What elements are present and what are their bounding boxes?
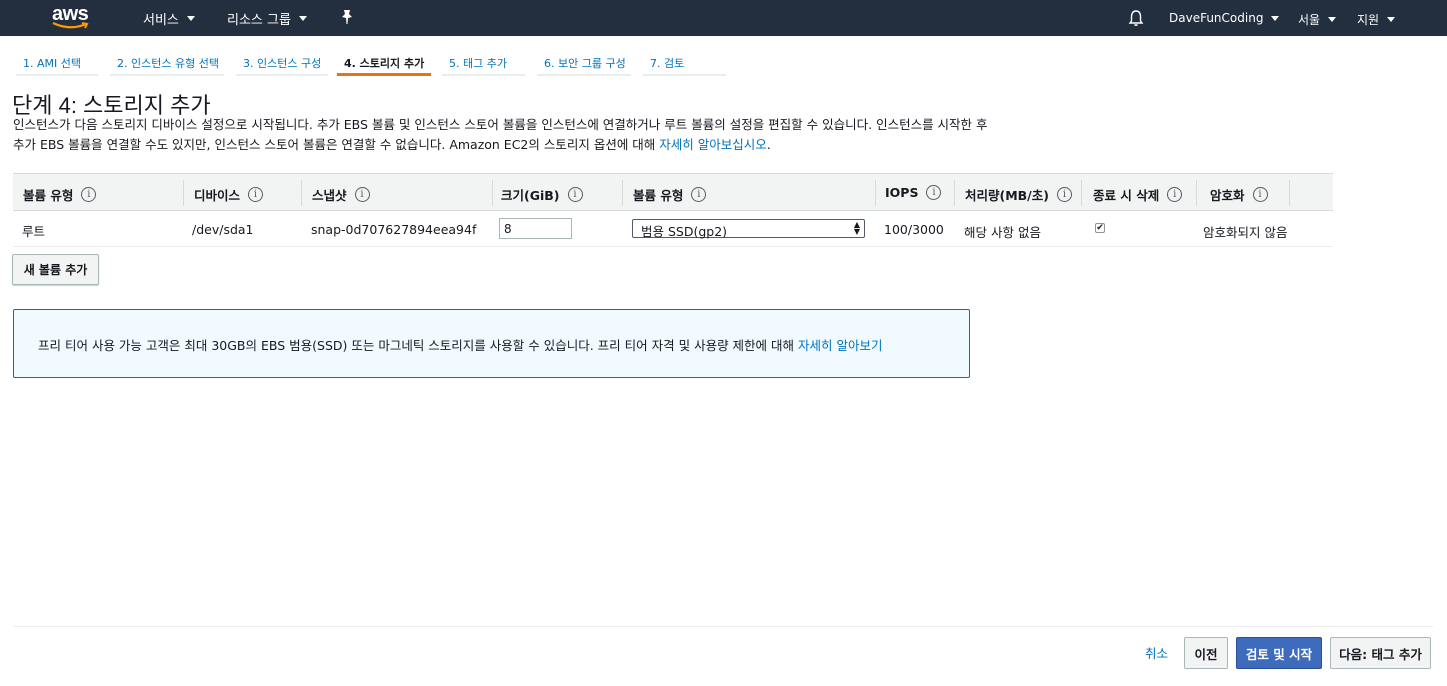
- size-input[interactable]: [499, 218, 572, 239]
- delete-on-termination-checkbox[interactable]: ✔: [1095, 223, 1105, 233]
- header-label: 디바이스: [194, 188, 241, 203]
- tab-label: 4. 스토리지 추가: [344, 57, 425, 70]
- bell-icon[interactable]: [1128, 9, 1144, 27]
- description-end: .: [766, 137, 771, 152]
- services-menu[interactable]: 서비스: [143, 9, 195, 28]
- info-icon[interactable]: i: [248, 187, 264, 202]
- aws-smile-icon: [52, 22, 89, 29]
- chevron-down-icon: [186, 16, 195, 21]
- cancel-button[interactable]: 취소: [1145, 643, 1168, 662]
- cell-throughput: 해당 사항 없음: [964, 225, 1041, 240]
- tab-label: 5. 태그 추가: [449, 57, 507, 70]
- column-divider: [492, 180, 493, 206]
- pin-icon[interactable]: [340, 9, 354, 25]
- cell-device: /dev/sda1: [192, 222, 254, 237]
- column-divider: [875, 180, 876, 206]
- region-menu[interactable]: 서울: [1298, 11, 1337, 28]
- support-label: 지원: [1357, 13, 1380, 27]
- footer-divider: [13, 626, 1433, 627]
- column-divider: [622, 180, 623, 206]
- support-menu[interactable]: 지원: [1357, 11, 1396, 28]
- tab-add-tags[interactable]: 5. 태그 추가: [442, 55, 525, 76]
- cell-snapshot: snap-0d707627894eea94f: [311, 222, 477, 237]
- storage-table-header: 볼륨 유형 i 디바이스 i 스냅샷 i 크기(GiB) i 볼륨 유형 i IOPS i …: [13, 173, 1333, 211]
- tab-label: 1. AMI 선택: [23, 57, 81, 70]
- header-label: 볼륨 유형: [633, 188, 684, 203]
- free-tier-notice: 프리 티어 사용 가능 고객은 최대 30GB의 EBS 범용(SSD) 또는 …: [13, 309, 970, 378]
- table-row: 루트 /dev/sda1 snap-0d707627894eea94f 범용 S…: [13, 212, 1333, 247]
- account-menu[interactable]: DaveFunCoding: [1169, 11, 1280, 25]
- header-delete-on-termination: 종료 시 삭제 i: [1093, 185, 1183, 204]
- column-divider: [301, 180, 302, 206]
- header-size: 크기(GiB) i: [501, 185, 583, 204]
- next-add-tags-button[interactable]: 다음: 태그 추가: [1330, 637, 1431, 669]
- cell-iops: 100/3000: [884, 222, 944, 237]
- header-label: 처리량(MB/초): [965, 188, 1049, 203]
- info-icon[interactable]: i: [354, 187, 370, 202]
- info-icon[interactable]: i: [926, 185, 942, 200]
- column-divider: [954, 180, 955, 206]
- header-device: 디바이스 i: [194, 185, 264, 204]
- notice-body: 프리 티어 사용 가능 고객은 최대 30GB의 EBS 범용(SSD) 또는 …: [38, 338, 795, 353]
- aws-logo[interactable]: aws: [52, 3, 92, 31]
- tab-label: 6. 보안 그룹 구성: [544, 57, 626, 70]
- tab-ami[interactable]: 1. AMI 선택: [16, 55, 98, 76]
- header-volume-kind: 볼륨 유형 i: [633, 185, 707, 204]
- notice-text: 프리 티어 사용 가능 고객은 최대 30GB의 EBS 범용(SSD) 또는 …: [38, 335, 883, 354]
- region-name: 서울: [1298, 13, 1321, 27]
- header-label: 볼륨 유형: [23, 188, 74, 203]
- tab-add-storage[interactable]: 4. 스토리지 추가: [337, 55, 431, 76]
- cell-volume-type: 루트: [22, 224, 46, 239]
- select-arrows-icon: ▲ ▼: [853, 220, 860, 236]
- learn-more-link[interactable]: 자세히 알아보십시오: [659, 137, 766, 152]
- page-description: 인스턴스가 다음 스토리지 디바이스 설정으로 시작됩니다. 추가 EBS 볼륨…: [13, 115, 993, 155]
- tab-label: 3. 인스턴스 구성: [243, 57, 322, 70]
- header-label: 스냅샷: [312, 188, 347, 203]
- column-divider: [1196, 180, 1197, 206]
- tab-label: 7. 검토: [650, 57, 685, 70]
- tab-instance-type[interactable]: 2. 인스턴스 유형 선택: [110, 55, 224, 76]
- previous-button[interactable]: 이전: [1184, 637, 1228, 669]
- volume-type-select[interactable]: 범용 SSD(gp2) ▲ ▼: [632, 219, 865, 239]
- info-icon[interactable]: i: [691, 187, 707, 202]
- column-divider: [183, 180, 184, 206]
- resource-groups-label: 리소스 그룹: [227, 13, 291, 28]
- volume-type-selected: 범용 SSD(gp2): [641, 224, 728, 239]
- chevron-down-icon: [1387, 17, 1396, 22]
- review-and-launch-button[interactable]: 검토 및 시작: [1236, 637, 1322, 669]
- tab-label: 2. 인스턴스 유형 선택: [117, 57, 219, 70]
- resource-groups-menu[interactable]: 리소스 그룹: [227, 9, 307, 28]
- account-name: DaveFunCoding: [1169, 11, 1264, 25]
- header-iops: IOPS i: [885, 185, 942, 200]
- chevron-down-icon: [1328, 17, 1337, 22]
- header-throughput: 처리량(MB/초) i: [965, 185, 1072, 204]
- notice-learn-more-link[interactable]: 자세히 알아보기: [798, 338, 882, 353]
- top-nav-bar: aws 서비스 리소스 그룹 DaveFunCoding 서울 지원: [0, 0, 1447, 36]
- tab-review[interactable]: 7. 검토: [643, 55, 726, 76]
- chevron-down-icon: [298, 16, 307, 21]
- header-volume-type: 볼륨 유형 i: [23, 185, 97, 204]
- services-label: 서비스: [143, 13, 179, 28]
- header-label: 크기(GiB): [501, 188, 560, 203]
- chevron-down-icon: [1271, 15, 1280, 21]
- info-icon[interactable]: i: [567, 187, 583, 202]
- add-new-volume-button[interactable]: 새 볼륨 추가: [12, 254, 99, 285]
- header-snapshot: 스냅샷 i: [312, 185, 370, 204]
- info-icon[interactable]: i: [81, 187, 97, 202]
- tab-instance-config[interactable]: 3. 인스턴스 구성: [236, 55, 328, 76]
- info-icon[interactable]: i: [1252, 187, 1268, 202]
- header-label: 암호화: [1210, 188, 1245, 203]
- tab-security-group[interactable]: 6. 보안 그룹 구성: [537, 55, 631, 76]
- column-divider: [1289, 180, 1290, 206]
- info-icon[interactable]: i: [1056, 187, 1072, 202]
- header-label: IOPS: [885, 185, 919, 200]
- description-text: 인스턴스가 다음 스토리지 디바이스 설정으로 시작됩니다. 추가 EBS 볼륨…: [13, 117, 988, 152]
- cell-encryption: 암호화되지 않음: [1203, 225, 1288, 240]
- info-icon[interactable]: i: [1167, 187, 1183, 202]
- column-divider: [1081, 180, 1082, 206]
- header-encryption: 암호화 i: [1210, 185, 1268, 204]
- header-label: 종료 시 삭제: [1093, 188, 1160, 203]
